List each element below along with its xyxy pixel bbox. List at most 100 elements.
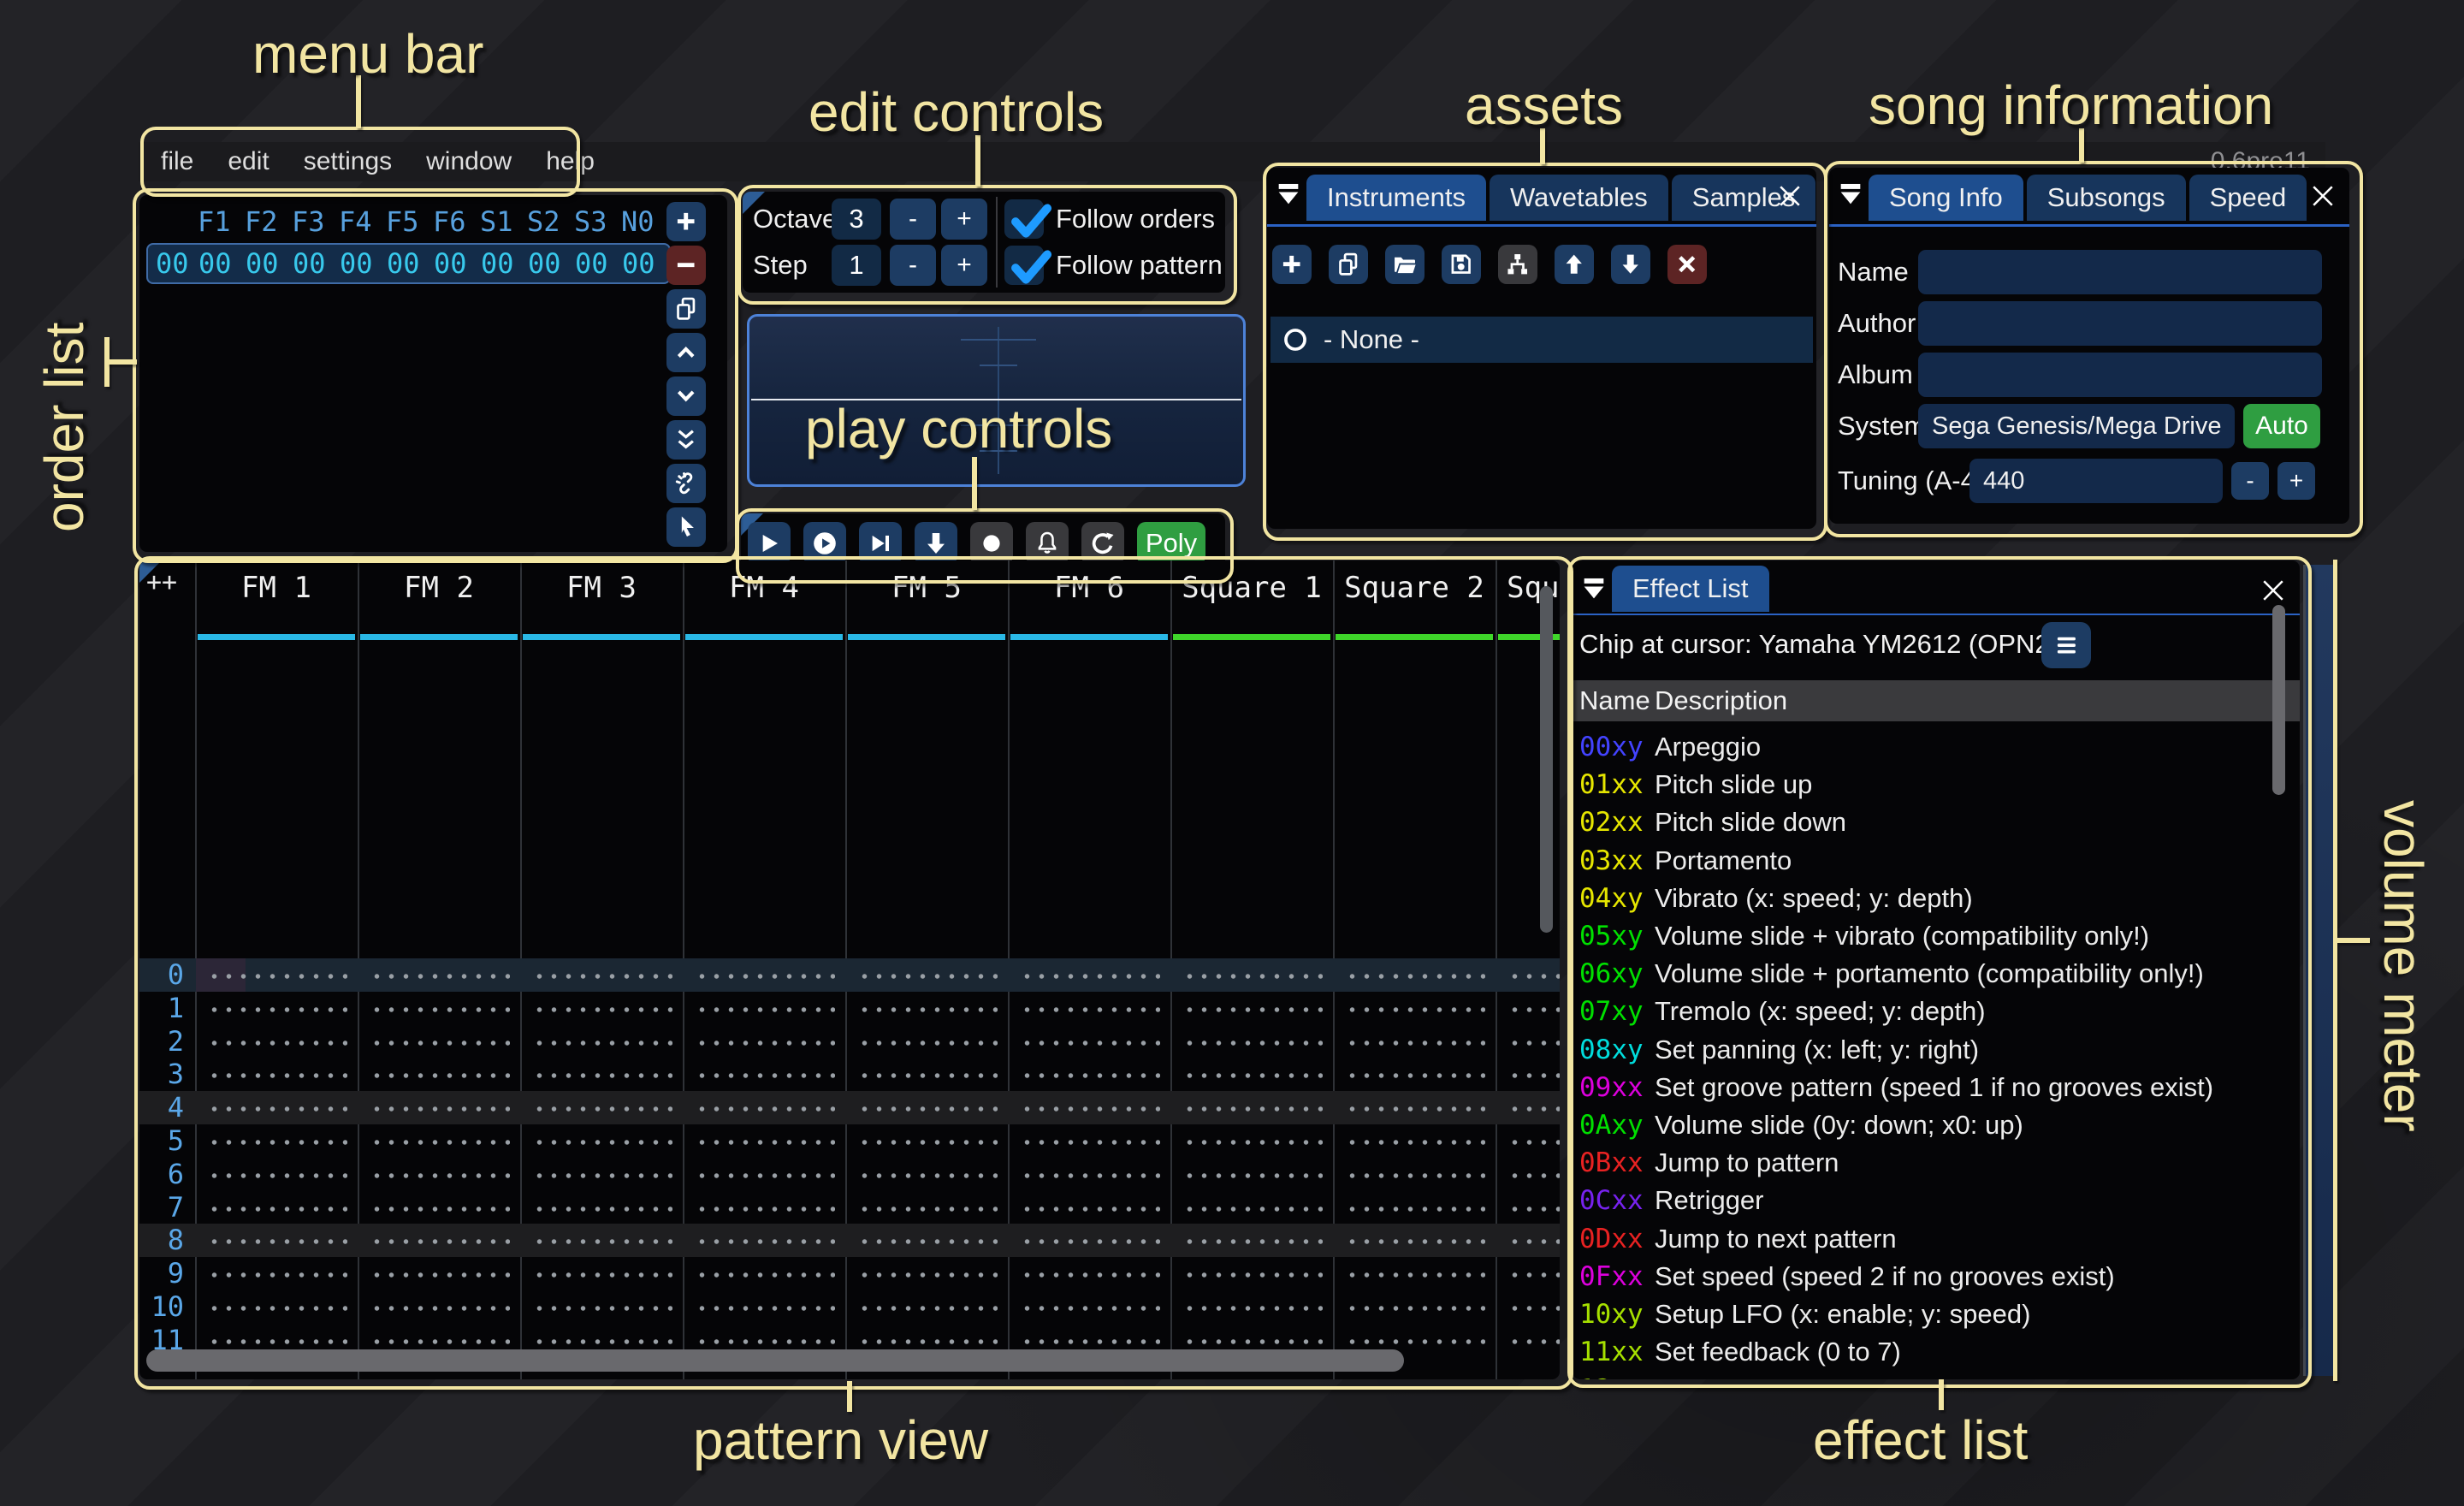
channel-header-square-1[interactable]: Square 1 <box>1172 571 1331 605</box>
menu-edit[interactable]: edit <box>228 147 269 176</box>
pattern-cell[interactable] <box>207 1005 347 1014</box>
pattern-row[interactable]: 9 <box>139 1257 1560 1290</box>
channel-header-fm-2[interactable]: FM 2 <box>359 571 518 605</box>
effect-row[interactable]: 12xxSet level of operator 1 (0 highest, … <box>1573 1371 2300 1379</box>
pattern-cell[interactable] <box>695 1138 835 1147</box>
effect-row[interactable]: 01xxPitch slide up <box>1573 766 2300 803</box>
pattern-cell[interactable] <box>695 1071 835 1080</box>
poly-button[interactable]: Poly <box>1137 522 1205 565</box>
tab-subsongs[interactable]: Subsongs <box>2027 175 2186 221</box>
pattern-cell[interactable] <box>370 1337 510 1346</box>
pattern-cell[interactable] <box>857 972 998 981</box>
pattern-cell[interactable] <box>1020 1237 1160 1246</box>
pattern-cell[interactable] <box>1020 1304 1160 1313</box>
duplicate-order-button[interactable] <box>666 289 706 329</box>
pattern-cell[interactable] <box>1345 1205 1485 1213</box>
order-cell[interactable]: 00 <box>528 247 575 280</box>
step-plus-button[interactable]: + <box>941 245 987 286</box>
order-down-button[interactable] <box>666 376 706 416</box>
effect-row[interactable]: 09xxSet groove pattern (speed 1 if no gr… <box>1573 1069 2300 1106</box>
pattern-cell[interactable] <box>1507 1105 1560 1113</box>
channel-header-fm-5[interactable]: FM 5 <box>847 571 1006 605</box>
save-asset-button[interactable] <box>1442 245 1481 284</box>
pattern-cell[interactable] <box>532 972 672 981</box>
pattern-row[interactable]: 10 <box>139 1290 1560 1324</box>
pattern-cell[interactable] <box>1507 1138 1560 1147</box>
pattern-cell[interactable] <box>207 1237 347 1246</box>
pattern-cell[interactable] <box>1345 1271 1485 1279</box>
pattern-row[interactable]: 3 <box>139 1058 1560 1091</box>
order-row[interactable]: 00 00000000000000000000 <box>146 243 671 284</box>
channel-header-fm-1[interactable]: FM 1 <box>197 571 356 605</box>
pattern-cell[interactable] <box>370 1171 510 1180</box>
pattern-cell[interactable] <box>370 972 510 981</box>
tab-speed[interactable]: Speed <box>2189 175 2307 221</box>
author-input[interactable] <box>1918 301 2322 346</box>
pattern-row[interactable]: 0 <box>139 958 1560 992</box>
pattern-cell[interactable] <box>1020 1171 1160 1180</box>
pattern-cell[interactable] <box>1345 1039 1485 1047</box>
pattern-cell[interactable] <box>1182 1304 1323 1313</box>
pattern-cell[interactable] <box>1507 1071 1560 1080</box>
pattern-cell[interactable] <box>370 1071 510 1080</box>
pattern-cell[interactable] <box>532 1105 672 1113</box>
order-up-button[interactable] <box>666 333 706 372</box>
pattern-cell[interactable] <box>1020 1105 1160 1113</box>
repeat-pattern-button[interactable] <box>1081 522 1124 565</box>
pattern-cell[interactable] <box>1345 1237 1485 1246</box>
pattern-cell[interactable] <box>1345 1071 1485 1080</box>
metronome-button[interactable] <box>1026 522 1069 565</box>
channel-header-fm-4[interactable]: FM 4 <box>684 571 844 605</box>
auto-system-button[interactable]: Auto <box>2243 404 2320 448</box>
pattern-cell[interactable] <box>857 1271 998 1279</box>
pattern-row[interactable]: 6 <box>139 1158 1560 1191</box>
order-cell[interactable]: 00 <box>293 247 340 280</box>
pattern-cell[interactable] <box>370 1105 510 1113</box>
pattern-cell[interactable] <box>695 1005 835 1014</box>
pattern-row[interactable]: 7 <box>139 1191 1560 1224</box>
close-icon[interactable] <box>2307 180 2339 212</box>
pattern-cell[interactable] <box>1182 1138 1323 1147</box>
expand-pattern-button[interactable]: ++ <box>146 567 177 597</box>
pattern-cell[interactable] <box>207 1138 347 1147</box>
effect-row[interactable]: 0CxxRetrigger <box>1573 1182 2300 1219</box>
pattern-cell[interactable] <box>1182 1039 1323 1047</box>
pattern-cell[interactable] <box>1507 1304 1560 1313</box>
pattern-cell[interactable] <box>1182 972 1323 981</box>
tab-instruments[interactable]: Instruments <box>1306 175 1486 221</box>
pattern-cell[interactable] <box>695 972 835 981</box>
pattern-cell[interactable] <box>1507 1005 1560 1014</box>
pattern-cell[interactable] <box>1507 1205 1560 1213</box>
pattern-cell[interactable] <box>1020 1337 1160 1346</box>
order-change-all-toggle[interactable] <box>666 464 706 503</box>
order-cell[interactable]: 00 <box>575 247 622 280</box>
pattern-cell[interactable] <box>1020 972 1160 981</box>
pattern-cell[interactable] <box>370 1237 510 1246</box>
pattern-cell[interactable] <box>532 1138 672 1147</box>
pattern-cell[interactable] <box>532 1205 672 1213</box>
system-select[interactable]: Sega Genesis/Mega Drive <box>1918 404 2235 448</box>
effect-row[interactable]: 11xxSet feedback (0 to 7) <box>1573 1333 2300 1371</box>
toggle-folders-button[interactable] <box>1498 245 1537 284</box>
pattern-cell[interactable] <box>207 1271 347 1279</box>
effect-row[interactable]: 0AxyVolume slide (0y: down; x0: up) <box>1573 1106 2300 1144</box>
effect-row[interactable]: 05xyVolume slide + vibrato (compatibilit… <box>1573 917 2300 955</box>
menu-help[interactable]: help <box>546 147 595 176</box>
pattern-cell[interactable] <box>695 1237 835 1246</box>
menu-file[interactable]: file <box>161 147 193 176</box>
pattern-cell[interactable] <box>207 1337 347 1346</box>
window-collapse-icon[interactable] <box>1274 180 1303 209</box>
pattern-cell[interactable] <box>532 1171 672 1180</box>
pattern-cell[interactable] <box>857 1005 998 1014</box>
pattern-cell[interactable] <box>1507 1337 1560 1346</box>
effect-row[interactable]: 0BxxJump to pattern <box>1573 1144 2300 1182</box>
channel-header-fm-3[interactable]: FM 3 <box>522 571 681 605</box>
window-collapse-icon[interactable] <box>1836 180 1865 209</box>
pattern-cell[interactable] <box>857 1337 998 1346</box>
order-cell[interactable]: 00 <box>481 247 528 280</box>
pattern-cell[interactable] <box>1182 1205 1323 1213</box>
pattern-vertical-scrollbar[interactable] <box>1540 586 1553 933</box>
step-down-button[interactable] <box>915 522 957 565</box>
instrument-list-item[interactable]: - None - <box>1270 317 1813 363</box>
pattern-cell[interactable] <box>1507 1271 1560 1279</box>
